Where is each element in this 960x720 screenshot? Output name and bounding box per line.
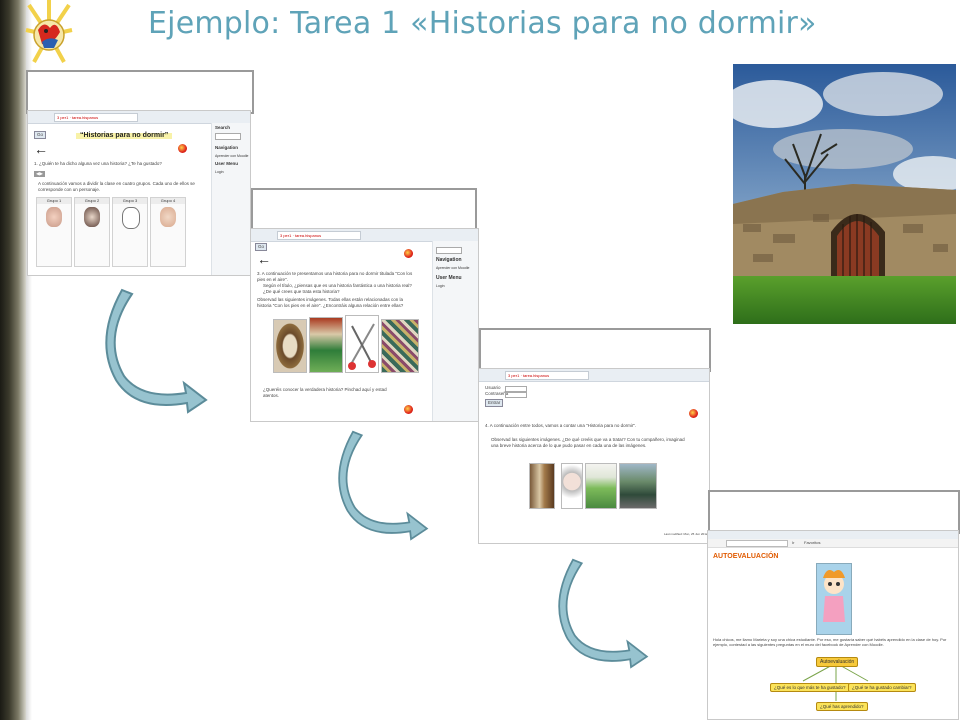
group-image [122,207,140,229]
page-heading: “Historias para no dormir” [76,132,173,139]
group-image [84,207,100,227]
screenshot-4: Ir Favoritos AUTOEVALUACIÓN Hola chicos,… [707,530,959,720]
group-card[interactable]: Grupo 3 [112,197,148,267]
screenshot-1-tab-header [26,70,254,114]
moodle-sidebar: Navigation Aprender con Moodle User Menu… [432,241,478,421]
password-input[interactable] [505,392,527,398]
nav-item[interactable]: Aprender con Moodle [215,153,248,159]
ruined-wall-photo [733,64,956,324]
moodle-sidebar: Search Navigation Aprender con Moodle Us… [211,123,250,275]
address-bar[interactable]: 3 per1 · tarea.hispanus [277,231,361,240]
step-text: 4. A continuación entre todos, vamos a c… [485,423,637,428]
user-menu-label: User Menu [436,275,462,281]
nav-arrows[interactable]: ◀▶ [34,171,45,177]
spain-flag-icon [404,249,413,258]
spain-flag-icon [689,409,698,418]
navigation-label: Navigation [436,257,462,263]
school-logo-icon [25,0,73,63]
concept-map-bottom-node: ¿Qué has aprendido? [816,702,868,711]
concept-map-left-node: ¿Qué es lo que más te ha gustado? [770,683,850,692]
search-input[interactable] [215,133,241,140]
screenshot-1: 3 per1 · tarea.hispanus Go “Historias pa… [27,110,251,276]
spain-flag-icon [178,144,187,153]
screenshot-3: 3 per1 · tarea.hispanus Usuario Contrase… [478,368,710,544]
curved-arrow-icon [105,288,208,414]
story-image-pergola [309,317,343,373]
bullet-item: ¿De qué crees que trata esta historia? [263,289,340,294]
group-image [160,207,176,227]
story-image-classroom [585,463,617,509]
story-image-mosaic [381,319,419,373]
footer-text: Last modified: Mon, 25 Jun 2012 [664,532,708,536]
observe-text: Observad las siguientes imágenes. Todas … [257,297,404,308]
group-title: Grupo 3 [113,198,147,204]
instruction-text: A continuación vamos a dividir la clase … [38,181,195,192]
bullet-item: Observad las siguientes imágenes. ¿De qu… [491,437,685,448]
story-image-scissors [345,315,379,373]
curved-arrow-icon [558,558,649,669]
scissors-icon [348,323,376,370]
screenshot-2-tab-header [251,188,477,232]
group-card[interactable]: Grupo 1 [36,197,72,267]
search-label: Search [215,125,231,130]
go-button[interactable]: Go [34,131,47,139]
screenshot-3-tab-header [479,328,711,372]
spain-flag-icon [404,405,413,414]
address-bar[interactable]: 3 per1 · tarea.hispanus [54,113,138,122]
login-link[interactable]: Login [215,169,224,175]
back-button[interactable]: Go [255,243,268,251]
story-image-girl [561,463,583,509]
question-text: 1. ¿Quién te ha dicho alguna vez una his… [34,161,162,166]
login-link[interactable]: Login [436,283,445,289]
concept-map-right-node: ¿Qué te ha gustado cambiar? [848,683,916,692]
login-button[interactable]: Entrar [485,399,504,407]
group-card[interactable]: Grupo 2 [74,197,110,267]
concept-map-center: Autoevaluación [816,657,859,667]
back-arrow-icon[interactable]: ← [34,141,48,157]
nav-item[interactable]: Aprender con Moodle [436,265,469,271]
browser-toolbar: 3 per1 · tarea.hispanus [479,369,709,382]
navigation-label: Navigation [215,145,239,150]
group-title: Grupo 4 [151,198,185,204]
group-image [46,207,62,227]
screenshot-2: 3 per1 · tarea.hispanus Go ← 3. A contin… [250,228,479,422]
user-menu-label: User Menu [215,161,239,166]
search-input[interactable] [436,247,462,254]
step-text: 3. A continuación te presentamos una his… [257,271,413,282]
group-title: Grupo 2 [75,198,109,204]
story-image-playground [619,463,657,509]
left-edge-decoration [0,0,32,720]
story-image-hallway [529,463,555,509]
screenshot-4-tab-header [708,490,960,534]
story-image-mirror [273,319,307,373]
address-bar[interactable]: 3 per1 · tarea.hispanus [505,371,589,380]
footer-question: ¿Queréis conocer la verdadera historia? … [263,387,387,398]
slide-title: Ejemplo: Tarea 1 «Historias para no dorm… [148,6,817,41]
group-title: Grupo 1 [37,198,71,204]
back-arrow-icon[interactable]: ← [257,251,271,267]
group-card[interactable]: Grupo 4 [150,197,186,267]
curved-arrow-icon [338,430,429,541]
